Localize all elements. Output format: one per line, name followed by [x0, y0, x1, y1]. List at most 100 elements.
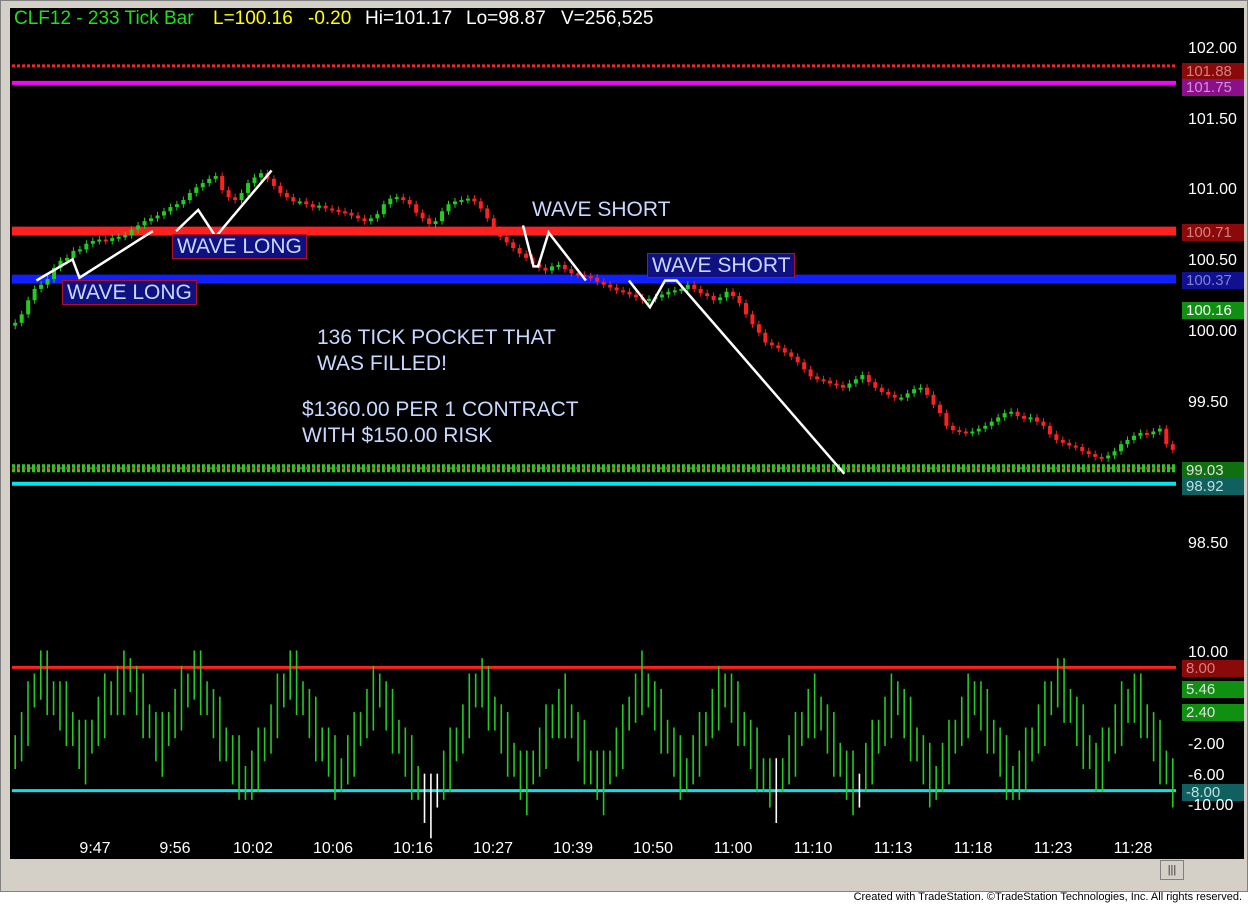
level-tag-100-37: 100.37	[1182, 272, 1244, 289]
candle-body	[84, 243, 89, 250]
candle-body	[284, 192, 289, 198]
candle-body	[1119, 444, 1124, 452]
candle-body	[233, 197, 238, 201]
candle-body	[478, 201, 483, 209]
candle-body	[899, 397, 904, 400]
candle-body	[97, 239, 102, 242]
candle-body	[200, 183, 205, 188]
candle-body	[149, 218, 154, 222]
x-tick: 10:06	[312, 840, 354, 857]
volume: V=256,525	[561, 8, 654, 29]
candle-body	[866, 375, 871, 383]
y-tick-102: 102.00	[1188, 40, 1237, 57]
candle-body	[77, 249, 82, 252]
candle-body	[304, 201, 309, 205]
osc-value-tag-5-46: 5.46	[1182, 681, 1244, 698]
candle-body	[634, 294, 639, 298]
x-tick: 10:27	[472, 840, 514, 857]
candle-body	[220, 176, 225, 191]
candle-body	[19, 314, 24, 323]
candle-body	[459, 200, 464, 203]
candle-body	[187, 192, 192, 201]
candle-body	[472, 198, 477, 202]
candle-body	[834, 383, 839, 386]
candle-body	[595, 277, 600, 282]
candle-body	[1080, 447, 1085, 452]
candle-body	[110, 238, 115, 241]
candle-body	[1015, 411, 1020, 416]
level-tag-99-03: 99.03	[1182, 462, 1244, 479]
candle-body	[32, 288, 37, 301]
wave-short-2-path	[627, 279, 846, 475]
candle-body	[795, 356, 800, 363]
candle-body	[174, 204, 179, 208]
x-tick: 10:39	[552, 840, 594, 857]
candle-body	[375, 214, 380, 219]
candle-body	[705, 293, 710, 296]
wave-short-label-1: WAVE SHORT	[532, 198, 671, 221]
candle-body	[743, 303, 748, 315]
candle-body	[724, 291, 729, 298]
candle-body	[1151, 431, 1156, 435]
candle-body	[692, 284, 697, 289]
candle-body	[601, 281, 606, 285]
candle-body	[588, 276, 593, 279]
candle-body	[239, 192, 244, 201]
candle-body	[39, 284, 44, 289]
candle-body	[155, 215, 160, 219]
candle-body	[621, 290, 626, 293]
candle-body	[957, 430, 962, 433]
candle-body	[737, 296, 742, 304]
candle-body	[549, 266, 554, 271]
candle-body	[252, 177, 257, 184]
x-tick: 11:28	[1113, 840, 1153, 857]
candle-body	[789, 352, 794, 357]
candle-body	[381, 204, 386, 215]
candle-body	[246, 183, 251, 193]
candle-body	[1086, 451, 1091, 455]
candle-body	[614, 287, 619, 291]
candle-body	[317, 205, 322, 208]
candle-body	[698, 288, 703, 294]
candle-body	[349, 212, 354, 216]
osc-value-tag-2-40: 2.40	[1182, 704, 1244, 721]
x-tick: 11:00	[713, 840, 753, 857]
candle-body	[808, 369, 813, 377]
candle-body	[271, 178, 276, 186]
candle-body	[323, 205, 328, 209]
candle-body	[543, 267, 548, 271]
candle-body	[944, 413, 949, 426]
candle-body	[1073, 445, 1078, 448]
profit-note-line1: $1360.00 PER 1 CONTRACT	[302, 398, 579, 421]
candle-body	[26, 300, 31, 315]
candle-body	[226, 190, 231, 198]
candle-body	[414, 204, 419, 213]
candle-body	[963, 431, 968, 434]
candle-body	[71, 250, 76, 258]
candle-body	[168, 207, 173, 212]
candle-body	[440, 211, 445, 222]
profit-note-line2: WITH $150.00 RISK	[302, 424, 493, 447]
candle-body	[1106, 455, 1111, 459]
osc-tick-minus-10: -10.00	[1188, 797, 1234, 814]
candle-body	[1034, 417, 1039, 422]
candle-body	[407, 200, 412, 205]
candle-body	[90, 240, 95, 244]
candle-body	[1157, 428, 1162, 432]
candle-body	[763, 332, 768, 343]
candle-body	[420, 212, 425, 219]
candle-body	[343, 211, 348, 214]
candle-body	[401, 197, 406, 201]
candle-body	[1099, 456, 1104, 459]
candle-body	[569, 269, 574, 274]
wave-short-label-2: WAVE SHORT	[647, 253, 796, 278]
last-price: L=100.16	[213, 8, 293, 29]
horizontal-scrollbar-thumb[interactable]: |||	[1160, 860, 1184, 880]
level-tag-98-92: 98.92	[1182, 478, 1244, 495]
candle-body	[355, 215, 360, 219]
level-tag-101-75: 101.75	[1182, 79, 1244, 96]
candle-body	[666, 291, 671, 295]
wave-long-label-2: WAVE LONG	[172, 234, 307, 259]
candle-body	[394, 197, 399, 200]
candle-body	[1047, 425, 1052, 435]
